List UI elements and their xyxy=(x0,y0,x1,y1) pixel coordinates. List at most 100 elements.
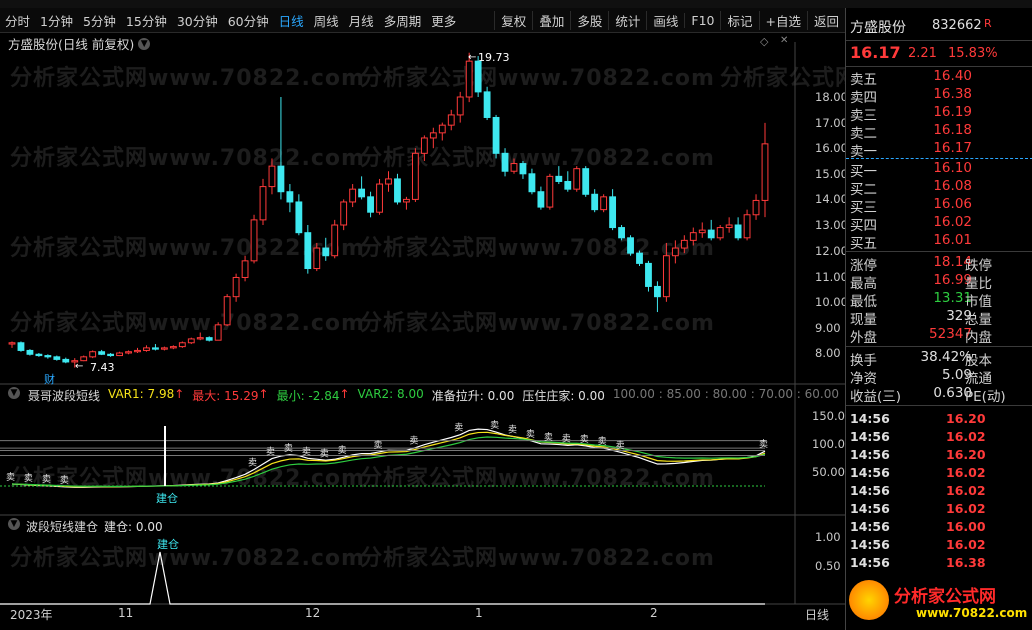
candle-body xyxy=(573,168,581,190)
candle-body xyxy=(17,342,25,351)
candle-body xyxy=(152,347,159,350)
tf-30min[interactable]: 30分钟 xyxy=(172,11,223,30)
tf-monthly[interactable]: 月线 xyxy=(344,11,379,30)
price-change: 2.21 xyxy=(908,46,937,61)
stat-row: 最高 16.99 量比 xyxy=(850,272,992,292)
stat-row: 涨停 18.14 跌停 xyxy=(850,254,992,274)
candle-body xyxy=(689,232,697,241)
candle-body xyxy=(8,342,16,345)
tf-分时[interactable]: 分时 xyxy=(0,11,35,30)
candle-body xyxy=(456,96,464,116)
candle-body xyxy=(340,201,348,226)
tf-more[interactable]: 更多 xyxy=(426,11,461,30)
candle-body xyxy=(429,132,437,139)
yzzj-value: 压住庄家: 0.00 xyxy=(522,389,605,403)
candle-body xyxy=(134,349,141,353)
stat2-row: 收益(三) 0.630 PE(动) xyxy=(850,385,1006,405)
period-toolbar: 分时 1分钟 5分钟 15分钟 30分钟 60分钟 日线 周线 月线 多周期 更… xyxy=(0,8,845,33)
tf-60min[interactable]: 60分钟 xyxy=(223,11,274,30)
back-button[interactable]: 返回 xyxy=(806,10,845,30)
candle-body xyxy=(268,165,276,188)
candle-body xyxy=(62,358,70,363)
tf-15min[interactable]: 15分钟 xyxy=(121,11,172,30)
candle-body xyxy=(600,196,608,211)
candle-body xyxy=(143,347,150,351)
y-tick-label: 16.00 xyxy=(815,141,848,155)
y-tick-label: 14.00 xyxy=(815,192,848,206)
ind1-y-label: 50.00 xyxy=(812,465,845,479)
x-tick-label: 1 xyxy=(475,606,483,620)
candle-body xyxy=(26,349,34,355)
candle-body xyxy=(519,163,527,175)
f10-button[interactable]: F10 xyxy=(684,12,720,28)
sell-marker: 卖 xyxy=(544,432,553,443)
overlay-button[interactable]: 叠加 xyxy=(532,10,570,30)
y-tick-label: 17.00 xyxy=(815,116,848,130)
add-watchlist-button[interactable]: +自选 xyxy=(758,10,807,30)
tick-row: 14:56 16.02 xyxy=(850,429,986,444)
logo-emblem-icon xyxy=(849,580,889,620)
stock-name: 方盛股份 xyxy=(850,20,906,36)
candle-body xyxy=(35,353,43,357)
candle-body xyxy=(707,229,715,239)
candle-body xyxy=(438,124,446,134)
sell-marker: 卖 xyxy=(248,458,257,469)
candle-body xyxy=(698,229,706,234)
sell-marker: 卖 xyxy=(598,436,607,447)
bid-row: 买四 16.02 xyxy=(850,214,972,234)
zbls-value: 准备拉升: 0.00 xyxy=(431,389,515,403)
candle-body xyxy=(618,227,625,239)
stats-button[interactable]: 统计 xyxy=(608,10,646,30)
tick-row: 14:56 16.38 xyxy=(850,555,986,570)
candle-body xyxy=(671,247,679,257)
tick-row: 14:56 16.20 xyxy=(850,447,986,462)
candle-body xyxy=(44,355,52,358)
draw-button[interactable]: 画线 xyxy=(646,10,684,30)
tf-multi[interactable]: 多周期 xyxy=(379,11,427,30)
candle-body xyxy=(89,351,97,358)
tick-row: 14:56 16.02 xyxy=(850,501,986,516)
bid-row: 买一 16.10 xyxy=(850,160,972,180)
candle-body xyxy=(474,60,482,93)
candlestick-series xyxy=(8,52,769,368)
y-tick-label: 18.00 xyxy=(815,90,848,104)
mark-button[interactable]: 标记 xyxy=(720,10,758,30)
tf-5min[interactable]: 5分钟 xyxy=(78,11,121,30)
y-tick-label: 10.00 xyxy=(815,295,848,309)
chevron-down-icon[interactable]: ▼ xyxy=(8,387,20,399)
candle-body xyxy=(98,351,106,355)
candle-body xyxy=(564,180,572,190)
tick-row: 14:56 16.02 xyxy=(850,537,986,552)
candle-body xyxy=(743,214,751,239)
multi-stock-button[interactable]: 多股 xyxy=(570,10,608,30)
candle-body xyxy=(591,193,599,211)
site-logo: 分析家公式网 www.70822.com xyxy=(846,576,1032,630)
ask-row: 卖一 16.17 xyxy=(850,140,972,160)
sell-marker: 卖 xyxy=(42,474,51,485)
x-tick-label: 2023年 xyxy=(10,608,53,622)
tf-daily[interactable]: 日线 xyxy=(274,11,309,30)
chevron-down-icon[interactable]: ▼ xyxy=(8,518,20,530)
candle-body xyxy=(394,178,401,203)
sell-marker: 卖 xyxy=(284,443,293,454)
candle-body xyxy=(501,152,509,172)
finance-marker[interactable]: 财 xyxy=(44,371,55,387)
current-price-line xyxy=(846,158,1032,159)
max-arrow: ← xyxy=(468,52,477,63)
sell-marker: 卖 xyxy=(24,473,33,484)
tick-row: 14:56 16.02 xyxy=(850,465,986,480)
tf-weekly[interactable]: 周线 xyxy=(309,11,344,30)
indicator1-lines: 卖卖卖卖卖卖卖卖卖卖卖 卖卖卖卖卖卖卖卖卖卖卖 xyxy=(0,420,768,488)
x-axis-period: 日线 xyxy=(805,608,830,622)
candle-body xyxy=(645,262,652,287)
candle-body xyxy=(322,247,330,257)
last-price: 16.17 xyxy=(850,43,901,62)
stat2-row: 换手 38.42% 股本 xyxy=(850,349,992,369)
stock-code: 832662 xyxy=(932,18,982,33)
tf-1min[interactable]: 1分钟 xyxy=(35,11,78,30)
y-tick-label: 11.00 xyxy=(815,270,848,284)
ask-row: 卖四 16.38 xyxy=(850,86,972,106)
fuquan-button[interactable]: 复权 xyxy=(494,10,532,30)
candle-body xyxy=(734,224,742,239)
min-arrow: ← xyxy=(75,361,84,372)
